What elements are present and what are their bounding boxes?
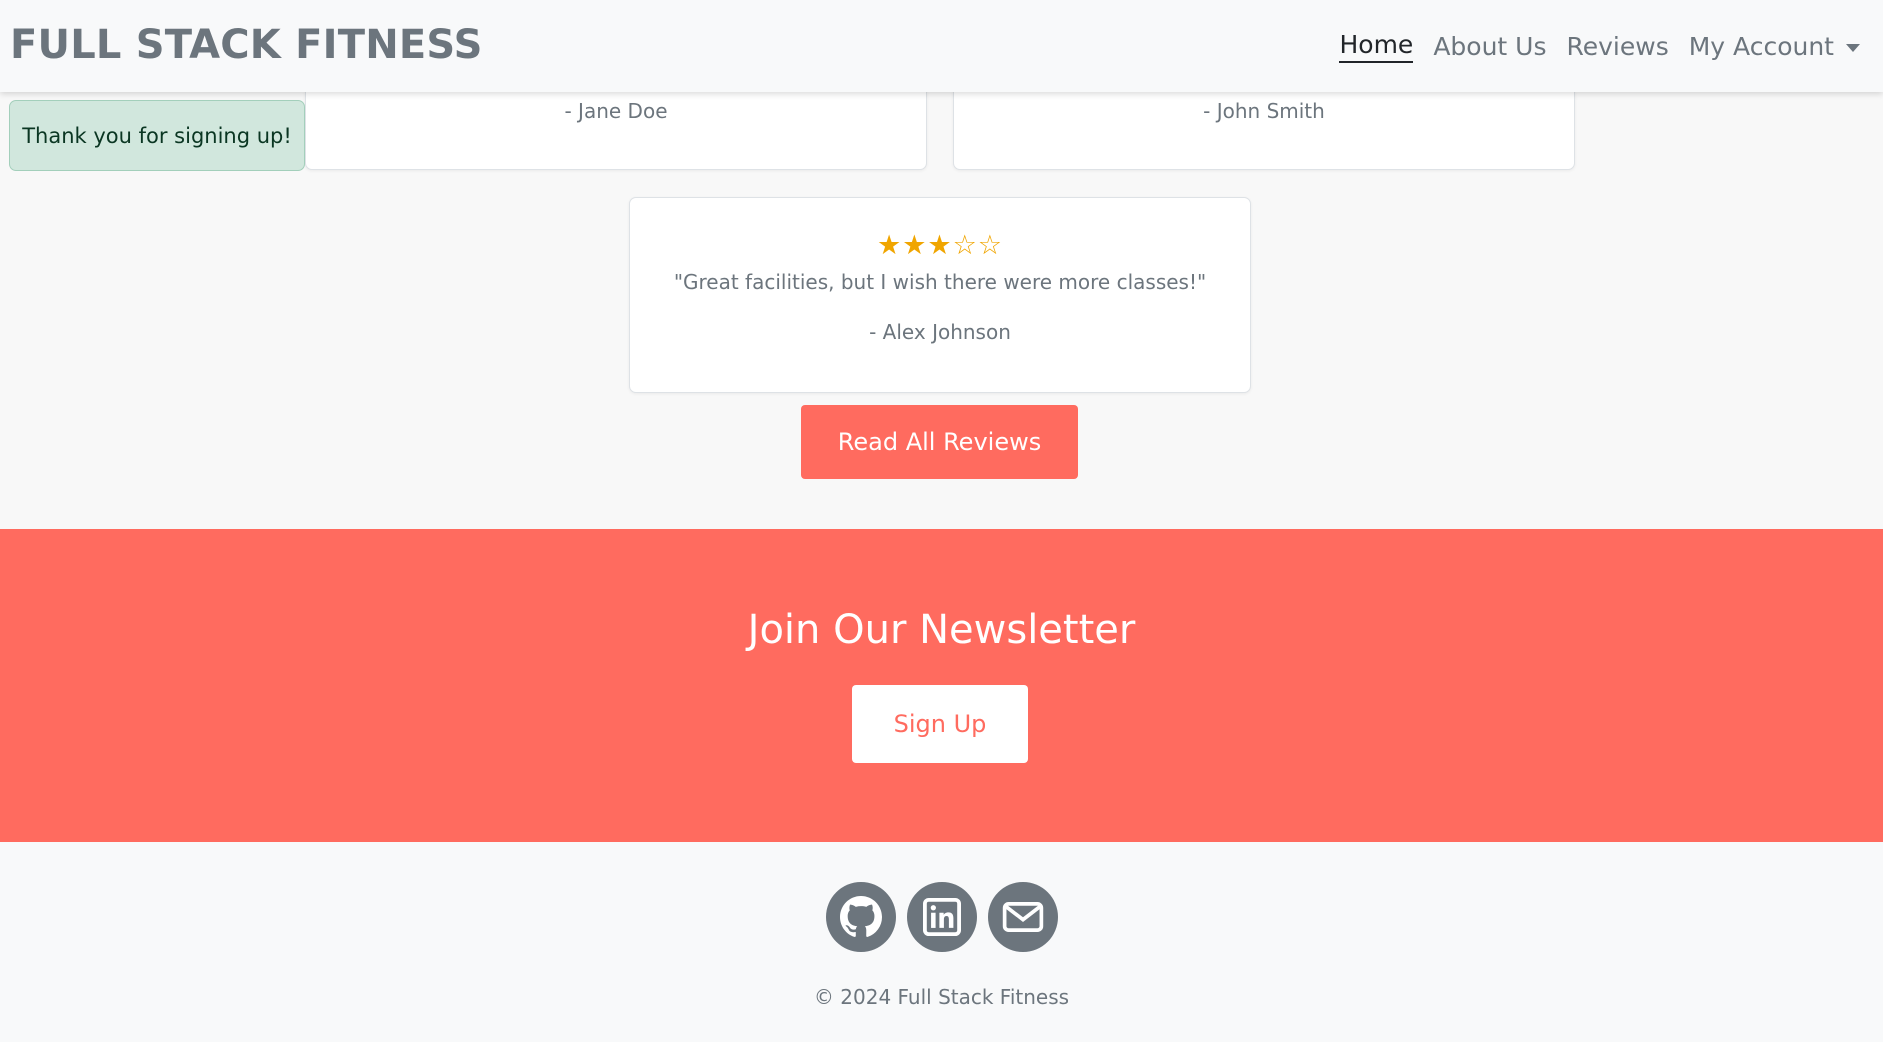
nav-link-reviews[interactable]: Reviews <box>1567 32 1669 61</box>
caret-down-icon <box>1846 43 1860 52</box>
newsletter-section: Join Our Newsletter Sign Up <box>0 529 1883 842</box>
newsletter-title: Join Our Newsletter <box>747 607 1136 653</box>
review-quote: "Great facilities, but I wish there were… <box>673 270 1207 294</box>
star-rating: ★★★☆☆ <box>876 230 1004 261</box>
nav-link-about-us[interactable]: About Us <box>1433 32 1546 61</box>
social-links <box>0 882 1883 952</box>
copyright-text: © 2024 Full Stack Fitness <box>813 985 1070 1009</box>
footer: © 2024 Full Stack Fitness <box>0 842 1883 1042</box>
navbar: FULL STACK FITNESS Home About Us Reviews… <box>0 0 1883 92</box>
read-all-reviews-button[interactable]: Read All Reviews <box>801 405 1078 479</box>
nav-link-home[interactable]: Home <box>1339 30 1414 63</box>
email-link[interactable] <box>987 882 1058 952</box>
github-icon <box>839 896 882 937</box>
linkedin-icon <box>922 898 961 936</box>
brand-logo-text[interactable]: FULL STACK FITNESS <box>10 22 483 68</box>
nav-dropdown-my-account[interactable]: My Account <box>1689 32 1860 61</box>
signup-success-alert: Thank you for signing up! <box>9 100 305 171</box>
github-link[interactable] <box>825 882 896 952</box>
envelope-icon <box>1002 902 1043 932</box>
nav-links: Home About Us Reviews My Account <box>1339 26 1860 66</box>
linkedin-link[interactable] <box>906 882 977 952</box>
review-card: ★★★☆☆ "Great facilities, but I wish ther… <box>629 197 1251 393</box>
review-author: - Jane Doe <box>564 99 668 123</box>
newsletter-signup-button[interactable]: Sign Up <box>852 685 1028 763</box>
review-author: - John Smith <box>1203 99 1325 123</box>
nav-dropdown-label: My Account <box>1688 31 1834 61</box>
review-author: - Alex Johnson <box>869 320 1011 344</box>
